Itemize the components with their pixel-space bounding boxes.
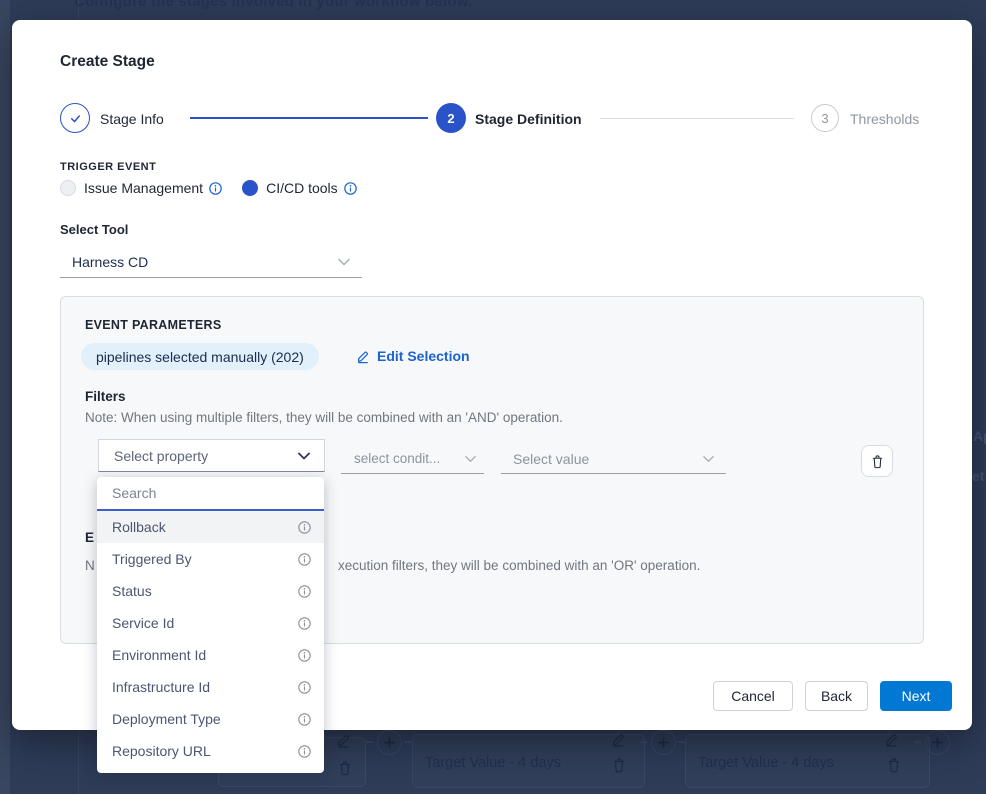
- edit-icon: [611, 732, 626, 752]
- radio-issue-management[interactable]: [60, 180, 76, 196]
- info-icon[interactable]: [298, 649, 311, 662]
- dropdown-item-label: Infrastructure Id: [112, 679, 210, 695]
- dropdown-search-input[interactable]: [97, 485, 324, 501]
- modal-title: Create Stage: [60, 53, 155, 71]
- info-icon[interactable]: [298, 585, 311, 598]
- radio-issue-management-label[interactable]: Issue Management: [84, 180, 203, 196]
- connector-dash: [678, 741, 685, 743]
- dropdown-item-label: Status: [112, 583, 152, 599]
- background-sidebar-strip: [0, 0, 10, 794]
- property-select[interactable]: Select property: [98, 439, 325, 472]
- execution-filters-note-fragment: N: [85, 558, 95, 573]
- connector-dash: [404, 741, 411, 743]
- dropdown-item-environment-id[interactable]: Environment Id: [97, 639, 324, 671]
- dropdown-item-status[interactable]: Status: [97, 575, 324, 607]
- condition-select[interactable]: select condit...: [341, 444, 484, 474]
- dropdown-item-label: Service Id: [112, 615, 174, 631]
- trash-icon: [871, 454, 884, 469]
- execution-filters-heading-fragment: E: [85, 530, 94, 545]
- dropdown-item-repository-url[interactable]: Repository URL: [97, 735, 324, 767]
- tool-select[interactable]: Harness CD: [60, 246, 362, 278]
- info-icon[interactable]: [298, 617, 311, 630]
- cancel-button[interactable]: Cancel: [713, 681, 793, 711]
- add-icon: [925, 730, 950, 755]
- delete-filter-button[interactable]: [861, 445, 893, 477]
- info-icon[interactable]: [298, 521, 311, 534]
- dropdown-item-label: Rollback: [112, 519, 166, 535]
- step-2-label[interactable]: Stage Definition: [475, 111, 582, 127]
- background-card-label: Target Value - 4 days: [425, 755, 561, 771]
- execution-filters-note-fragment: xecution filters, they will be combined …: [338, 558, 700, 573]
- trigger-event-label: TRIGGER EVENT: [60, 161, 156, 173]
- background-text-fragment: et: [972, 468, 984, 484]
- dropdown-item-label: Deployment Type: [112, 711, 221, 727]
- chevron-down-icon: [298, 452, 310, 460]
- stepper-connector-todo: [600, 118, 794, 119]
- filters-title: Filters: [85, 389, 126, 404]
- info-icon[interactable]: [298, 713, 311, 726]
- radio-cicd-tools-label[interactable]: CI/CD tools: [266, 180, 338, 196]
- selection-badge: pipelines selected manually (202): [81, 343, 319, 370]
- next-button[interactable]: Next: [880, 681, 952, 711]
- connector-dash: [366, 741, 373, 743]
- filters-note: Note: When using multiple filters, they …: [85, 410, 563, 425]
- dropdown-item-service-id[interactable]: Service Id: [97, 607, 324, 639]
- step-2-indicator: 2: [436, 103, 466, 133]
- edit-selection-link[interactable]: Edit Selection: [356, 348, 470, 364]
- step-3-label[interactable]: Thresholds: [850, 111, 919, 127]
- dropdown-item-triggered-by[interactable]: Triggered By: [97, 543, 324, 575]
- trigger-event-options: Issue Management CI/CD tools: [60, 180, 357, 196]
- back-button[interactable]: Back: [805, 681, 868, 711]
- dropdown-item-infrastructure-id[interactable]: Infrastructure Id: [97, 671, 324, 703]
- chevron-down-icon: [703, 455, 714, 463]
- dropdown-item-label: Triggered By: [112, 551, 192, 567]
- connector-dash: [640, 741, 647, 743]
- step-1-done-indicator: [60, 103, 90, 133]
- info-icon[interactable]: [209, 182, 222, 195]
- condition-select-placeholder: select condit...: [354, 451, 440, 466]
- trash-icon: [338, 760, 352, 781]
- dropdown-search: [97, 477, 324, 511]
- select-tool-label: Select Tool: [60, 222, 128, 237]
- step-1-label[interactable]: Stage Info: [100, 111, 164, 127]
- connector-dash: [914, 741, 921, 743]
- trash-icon: [887, 757, 901, 778]
- add-icon: [377, 730, 402, 755]
- value-select[interactable]: Select value: [501, 444, 726, 474]
- add-icon: [651, 730, 676, 755]
- background-card-label: Target Value - 4 days: [698, 755, 834, 771]
- edit-selection-label: Edit Selection: [377, 348, 470, 364]
- dropdown-item-label: Environment Id: [112, 647, 206, 663]
- edit-icon: [336, 733, 351, 753]
- property-select-placeholder: Select property: [114, 448, 208, 464]
- screen: { "colors": { "overlay-navy": "#2e3c58",…: [0, 0, 986, 794]
- radio-cicd-tools[interactable]: [242, 180, 258, 196]
- edit-icon: [884, 732, 899, 752]
- dropdown-item-label: Repository URL: [112, 743, 211, 759]
- check-icon: [68, 111, 83, 126]
- event-parameters-title: EVENT PARAMETERS: [85, 318, 222, 332]
- value-select-placeholder: Select value: [513, 451, 589, 467]
- tool-select-value: Harness CD: [72, 254, 148, 270]
- dropdown-item-deployment-type[interactable]: Deployment Type: [97, 703, 324, 735]
- info-icon[interactable]: [344, 182, 357, 195]
- info-icon[interactable]: [298, 745, 311, 758]
- background-page-subtitle: Configure the stages involved in your wo…: [74, 0, 472, 10]
- edit-icon: [356, 349, 370, 364]
- step-3-indicator: 3: [811, 104, 839, 132]
- create-stage-modal: Create Stage Stage Info 2 Stage Definiti…: [12, 20, 972, 730]
- trash-icon: [612, 757, 626, 778]
- info-icon[interactable]: [298, 553, 311, 566]
- property-dropdown: Rollback Triggered By Status Service Id …: [97, 477, 324, 773]
- chevron-down-icon: [338, 258, 350, 266]
- chevron-down-icon: [465, 455, 476, 463]
- background-text-fragment: Ap: [973, 428, 986, 444]
- stepper-connector-done: [190, 117, 428, 119]
- info-icon[interactable]: [298, 681, 311, 694]
- dropdown-item-rollback[interactable]: Rollback: [97, 511, 324, 543]
